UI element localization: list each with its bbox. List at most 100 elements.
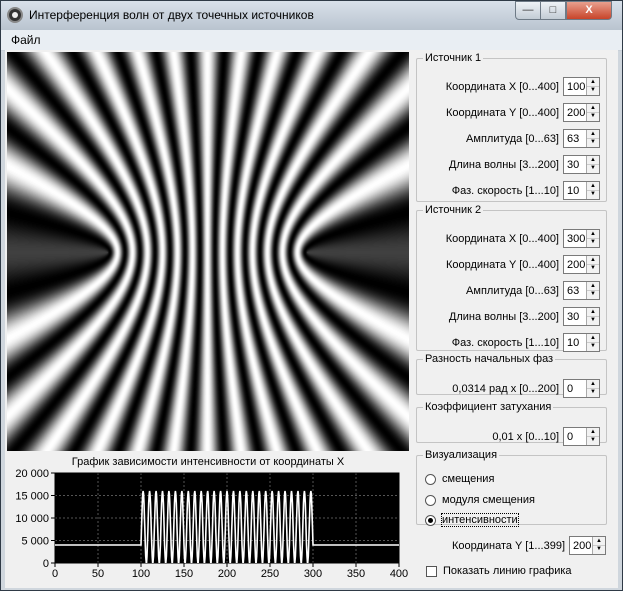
field-label: Координата X [0...400]: [445, 80, 559, 93]
maximize-button[interactable]: □: [540, 1, 566, 20]
field-spinner[interactable]: ▲▼: [563, 77, 600, 96]
field-spinner[interactable]: ▲▼: [563, 229, 600, 248]
coord-y-spinner[interactable]: ▲▼: [569, 536, 606, 555]
x-tick-label: 100: [132, 568, 150, 580]
x-tick-label: 250: [261, 568, 279, 580]
spin-down-icon[interactable]: ▼: [587, 342, 599, 350]
radio-label[interactable]: интенсивности: [441, 513, 519, 527]
damping-input[interactable]: [565, 429, 587, 444]
field-label: Амплитуда [0...63]: [466, 132, 559, 145]
field-spinner[interactable]: ▲▼: [563, 255, 600, 274]
show-line-label[interactable]: Показать линию графика: [443, 565, 572, 577]
coord-y-label: Координата Y [1...399]: [451, 539, 565, 552]
spin-down-icon[interactable]: ▼: [587, 388, 599, 396]
interference-pattern: [7, 52, 409, 451]
source1-legend: Источник 1: [425, 52, 482, 64]
app-icon: [7, 7, 23, 23]
y-tick-label: 10 000: [15, 513, 49, 525]
radio-label[interactable]: смещения: [442, 473, 494, 485]
spin-down-icon[interactable]: ▼: [593, 545, 605, 553]
field-label: Координата Y [0...400]: [445, 106, 559, 119]
spin-down-icon[interactable]: ▼: [587, 264, 599, 272]
x-tick-label: 300: [304, 568, 322, 580]
field-label: Фаз. скорость [1...10]: [451, 336, 559, 349]
close-button[interactable]: X: [566, 1, 612, 20]
field-spinner[interactable]: ▲▼: [563, 281, 600, 300]
field-label: Координата X [0...400]: [445, 232, 559, 245]
x-tick-label: 350: [347, 568, 365, 580]
radio-icon[interactable]: [425, 494, 436, 506]
source2-legend: Источник 2: [425, 204, 482, 216]
spin-down-icon[interactable]: ▼: [587, 436, 599, 444]
phase-diff-spinner[interactable]: ▲▼: [563, 379, 600, 398]
intensity-graph-panel: График зависимости интенсивности от коор…: [7, 451, 409, 586]
spin-down-icon[interactable]: ▼: [587, 86, 599, 94]
radio-selected-icon[interactable]: [425, 514, 436, 526]
phase-diff-row: 0,0314 рад x [0...200] ▲▼: [452, 378, 600, 399]
phase-diff-group: Разность начальных фаз 0,0314 рад x [0..…: [416, 353, 607, 398]
radio-displacement[interactable]: смещения: [425, 470, 494, 488]
show-line-checkbox[interactable]: [426, 565, 437, 577]
field-input[interactable]: [565, 105, 587, 120]
damping-spinner[interactable]: ▲▼: [563, 427, 600, 446]
main-window: Интерференция волн от двух точечных исто…: [0, 0, 623, 591]
y-tick-label: 20 000: [15, 468, 49, 480]
menu-file[interactable]: Файл: [11, 33, 41, 47]
show-line-checkbox-row[interactable]: Показать линию графика: [426, 562, 572, 580]
spin-down-icon[interactable]: ▼: [587, 190, 599, 198]
field-label: Амплитуда [0...63]: [466, 284, 559, 297]
field-input[interactable]: [565, 131, 587, 146]
field-input[interactable]: [565, 309, 587, 324]
radio-displacement-modulus[interactable]: модуля смещения: [425, 491, 535, 509]
minimize-button[interactable]: —: [515, 1, 541, 20]
field-input[interactable]: [565, 231, 587, 246]
field-row: Фаз. скорость [1...10] ▲▼: [452, 332, 600, 353]
phase-diff-legend: Разность начальных фаз: [425, 353, 554, 365]
field-input[interactable]: [565, 335, 587, 350]
phase-diff-input[interactable]: [565, 381, 587, 396]
source2-group: Источник 2 Координата X [0...400]▲▼Коорд…: [416, 204, 607, 353]
field-spinner[interactable]: ▲▼: [563, 307, 600, 326]
field-input[interactable]: [565, 257, 587, 272]
field-spinner[interactable]: ▲▼: [563, 155, 600, 174]
visualization-legend: Визуализация: [425, 449, 498, 461]
field-spinner[interactable]: ▲▼: [563, 129, 600, 148]
field-spinner[interactable]: ▲▼: [563, 103, 600, 122]
phase-diff-label: 0,0314 рад x [0...200]: [452, 382, 559, 395]
window-title: Интерференция волн от двух точечных исто…: [29, 8, 314, 22]
field-input[interactable]: [565, 157, 587, 172]
damping-label: 0,01 x [0...10]: [492, 430, 559, 443]
radio-intensity[interactable]: интенсивности: [425, 511, 519, 529]
damping-row: 0,01 x [0...10] ▲▼: [492, 426, 600, 447]
spin-down-icon[interactable]: ▼: [587, 138, 599, 146]
field-input[interactable]: [565, 283, 587, 298]
field-label: Координата Y [0...400]: [445, 258, 559, 271]
x-tick-label: 0: [52, 568, 58, 580]
spin-down-icon[interactable]: ▼: [587, 238, 599, 246]
field-row: Координата Y [0...400] ▲▼: [446, 102, 600, 123]
spin-down-icon[interactable]: ▼: [587, 164, 599, 172]
radio-icon[interactable]: [425, 473, 436, 485]
y-tick-label: 15 000: [15, 491, 49, 503]
coord-y-row: Координата Y [1...399] ▲▼: [452, 535, 606, 556]
field-label: Фаз. скорость [1...10]: [451, 184, 559, 197]
field-row: Координата X [0...400] ▲▼: [446, 76, 600, 97]
field-row: Амплитуда [0...63] ▲▼: [466, 280, 600, 301]
field-label: Длина волны [3...200]: [448, 158, 559, 171]
field-input[interactable]: [565, 79, 587, 94]
field-input[interactable]: [565, 183, 587, 198]
spin-down-icon[interactable]: ▼: [587, 112, 599, 120]
field-spinner[interactable]: ▲▼: [563, 181, 600, 200]
field-row: Координата X [0...400] ▲▼: [446, 228, 600, 249]
title-bar[interactable]: Интерференция волн от двух точечных исто…: [1, 1, 622, 30]
spin-down-icon[interactable]: ▼: [587, 316, 599, 324]
damping-group: Коэффициент затухания 0,01 x [0...10] ▲▼: [416, 401, 607, 446]
y-tick-label: 0: [43, 558, 49, 570]
source1-group: Источник 1 Координата X [0...400]▲▼Коорд…: [416, 52, 607, 202]
coord-y-input[interactable]: [571, 538, 593, 553]
field-row: Длина волны [3...200] ▲▼: [449, 154, 600, 175]
radio-label[interactable]: модуля смещения: [442, 494, 535, 506]
spin-down-icon[interactable]: ▼: [587, 290, 599, 298]
field-spinner[interactable]: ▲▼: [563, 333, 600, 352]
interference-canvas: [7, 52, 409, 451]
